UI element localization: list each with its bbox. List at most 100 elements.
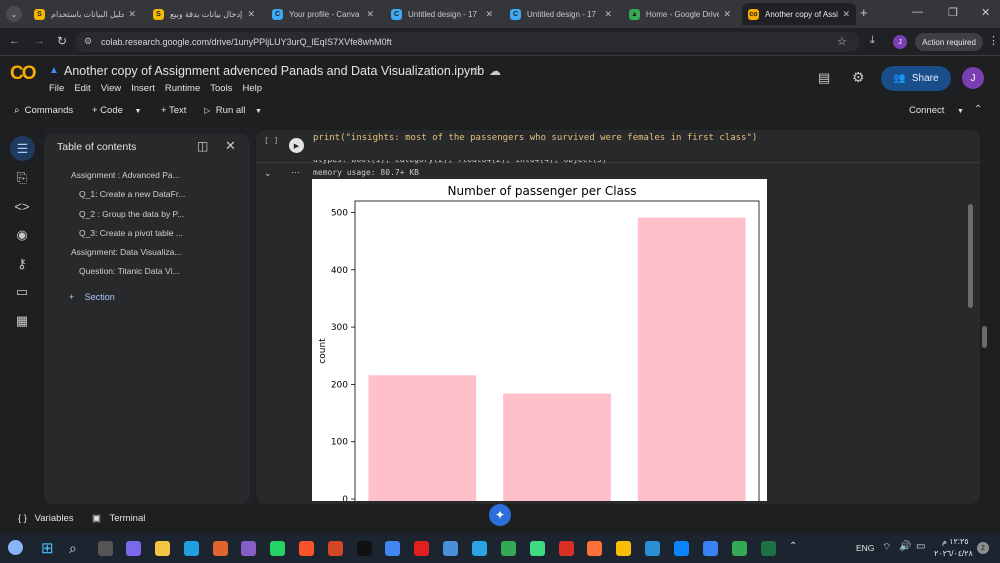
user-avatar[interactable]: J: [962, 67, 984, 89]
star-icon[interactable]: ☆: [471, 64, 482, 78]
browser-tab[interactable]: C Untitled design - 17 ✕: [504, 3, 618, 25]
toc-item[interactable]: Q_3: Create a pivot table ...: [79, 228, 183, 238]
tab-close-icon[interactable]: ✕: [485, 9, 493, 20]
address-bar[interactable]: ⚙ colab.research.google.com/drive/1unyPP…: [75, 32, 860, 52]
collapse-output-icon[interactable]: ⌄: [264, 168, 272, 179]
secrets-icon[interactable]: ◉: [12, 225, 32, 245]
tab-search-button[interactable]: ⌄: [6, 6, 22, 22]
browser-tab[interactable]: S إدخال بيانات بدقة وبيع ✕: [147, 3, 261, 25]
menu-help[interactable]: Help: [242, 83, 262, 94]
acrobat-icon[interactable]: [559, 541, 574, 556]
clock-date[interactable]: ٢٠٢٦/٠٤/٢٨: [934, 549, 973, 558]
browser-menu-icon[interactable]: ⋮: [988, 34, 999, 47]
colab-logo[interactable]: CO: [10, 63, 36, 85]
new-tab-button[interactable]: +: [860, 5, 868, 20]
office-icon[interactable]: [213, 541, 228, 556]
share-button[interactable]: 👥 Share: [881, 66, 951, 91]
tray-chevron-icon[interactable]: ⌃: [789, 541, 797, 552]
toc-item[interactable]: Q_2 : Group the data by P...: [79, 209, 184, 219]
code-snippets-icon[interactable]: <>: [12, 196, 32, 216]
clock-time[interactable]: ١٢:٢٥ م: [942, 537, 969, 546]
powerpoint-icon[interactable]: [328, 541, 343, 556]
find-replace-icon[interactable]: ⎘: [12, 168, 32, 188]
tiktok-icon[interactable]: [357, 541, 372, 556]
close-icon[interactable]: ✕: [225, 138, 236, 154]
volume-icon[interactable]: 🔊: [899, 541, 911, 552]
toc-item[interactable]: Q_1: Create a new DataFr...: [79, 189, 185, 199]
firefox-icon[interactable]: [587, 541, 602, 556]
chrome-active-icon[interactable]: [501, 541, 516, 556]
wps-icon[interactable]: [414, 541, 429, 556]
chrome-icon[interactable]: [616, 541, 631, 556]
chevron-down-icon[interactable]: ▼: [957, 108, 964, 115]
windows-start-icon[interactable]: ⊞: [41, 541, 54, 556]
battery-icon[interactable]: ▭: [916, 541, 925, 552]
menu-runtime[interactable]: Runtime: [165, 83, 200, 94]
toc-item[interactable]: Assignment : Advanced Pa...: [71, 170, 180, 180]
browser-tab[interactable]: ▲ Home - Google Drive ✕: [623, 3, 737, 25]
wifi-icon[interactable]: ⌔: [882, 541, 891, 554]
file-explorer-icon[interactable]: [155, 541, 170, 556]
tab-close-icon[interactable]: ✕: [842, 9, 850, 20]
browser-tab[interactable]: S تحليل البيانات باستخدام ✕: [28, 3, 142, 25]
reload-icon[interactable]: ↻: [57, 34, 67, 48]
download-icon[interactable]: ⤓: [870, 34, 875, 47]
site-info-icon[interactable]: ⚙: [84, 36, 92, 47]
search-icon[interactable]: ⌕: [69, 540, 77, 557]
telegram-icon[interactable]: [472, 541, 487, 556]
restore-icon[interactable]: ❐: [948, 6, 958, 19]
tab-close-icon[interactable]: ✕: [128, 9, 136, 20]
language-indicator[interactable]: ENG: [856, 543, 874, 553]
android-icon[interactable]: [530, 541, 545, 556]
azure-icon[interactable]: [703, 541, 718, 556]
back-icon[interactable]: ←: [9, 35, 20, 47]
collapse-header-icon[interactable]: ⌃: [974, 104, 982, 115]
terminal-button[interactable]: ▣ Terminal: [92, 513, 145, 524]
browser-tab[interactable]: C Untitled design - 17 ✕: [385, 3, 499, 25]
notes-icon[interactable]: [443, 541, 458, 556]
cell-code[interactable]: print("insights: most of the passengers …: [313, 133, 757, 143]
action-required-button[interactable]: Action required: [915, 33, 983, 51]
edge-icon[interactable]: [184, 541, 199, 556]
bookmark-star-icon[interactable]: ☆: [837, 35, 847, 48]
toc-item[interactable]: Question: Titanic Data Vi...: [79, 266, 179, 276]
add-section-button[interactable]: + Section: [69, 292, 115, 302]
menu-view[interactable]: View: [101, 83, 121, 94]
chevron-down-icon[interactable]: ▼: [135, 108, 142, 115]
visual-studio-icon[interactable]: [241, 541, 256, 556]
vscode-icon[interactable]: [645, 541, 660, 556]
chrome-icon[interactable]: [385, 541, 400, 556]
close-window-icon[interactable]: ✕: [981, 6, 990, 19]
task-view-icon[interactable]: [98, 541, 113, 556]
app-icon[interactable]: [674, 541, 689, 556]
gemini-button[interactable]: ✦: [489, 504, 511, 526]
output-menu-icon[interactable]: ⋯: [291, 167, 300, 178]
excel-icon[interactable]: [761, 541, 776, 556]
menu-tools[interactable]: Tools: [210, 83, 232, 94]
brave-icon[interactable]: [299, 541, 314, 556]
key-icon[interactable]: ⚷: [12, 254, 32, 274]
meet-icon[interactable]: [126, 541, 141, 556]
open-in-tab-icon[interactable]: ◫: [197, 139, 208, 153]
menu-file[interactable]: File: [49, 83, 64, 94]
scrollbar[interactable]: [968, 204, 973, 308]
notebook-title[interactable]: Another copy of Assignment advenced Pana…: [64, 64, 484, 78]
files-folder-icon[interactable]: ▭: [12, 282, 32, 302]
tab-close-icon[interactable]: ✕: [247, 9, 255, 20]
profile-avatar[interactable]: J: [893, 35, 907, 49]
tab-close-icon[interactable]: ✕: [604, 9, 612, 20]
tab-close-icon[interactable]: ✕: [723, 9, 731, 20]
notification-badge[interactable]: 2: [977, 542, 989, 554]
tab-close-icon[interactable]: ✕: [366, 9, 374, 20]
weather-icon[interactable]: [8, 540, 23, 555]
add-text-button[interactable]: + Text: [161, 105, 186, 116]
chevron-down-icon[interactable]: ▼: [255, 108, 262, 115]
browser-tab[interactable]: co Another copy of Assi ✕: [742, 3, 856, 25]
connect-button[interactable]: Connect ▼: [909, 105, 964, 116]
commands-button[interactable]: ⌕ Commands: [14, 105, 73, 116]
toc-icon[interactable]: ☰: [10, 136, 35, 161]
browser-tab[interactable]: C Your profile - Canva ✕: [266, 3, 380, 25]
settings-gear-icon[interactable]: ⚙: [852, 69, 865, 86]
run-all-button[interactable]: ▷ Run all ▼: [204, 105, 262, 116]
minimize-icon[interactable]: —: [912, 6, 923, 18]
